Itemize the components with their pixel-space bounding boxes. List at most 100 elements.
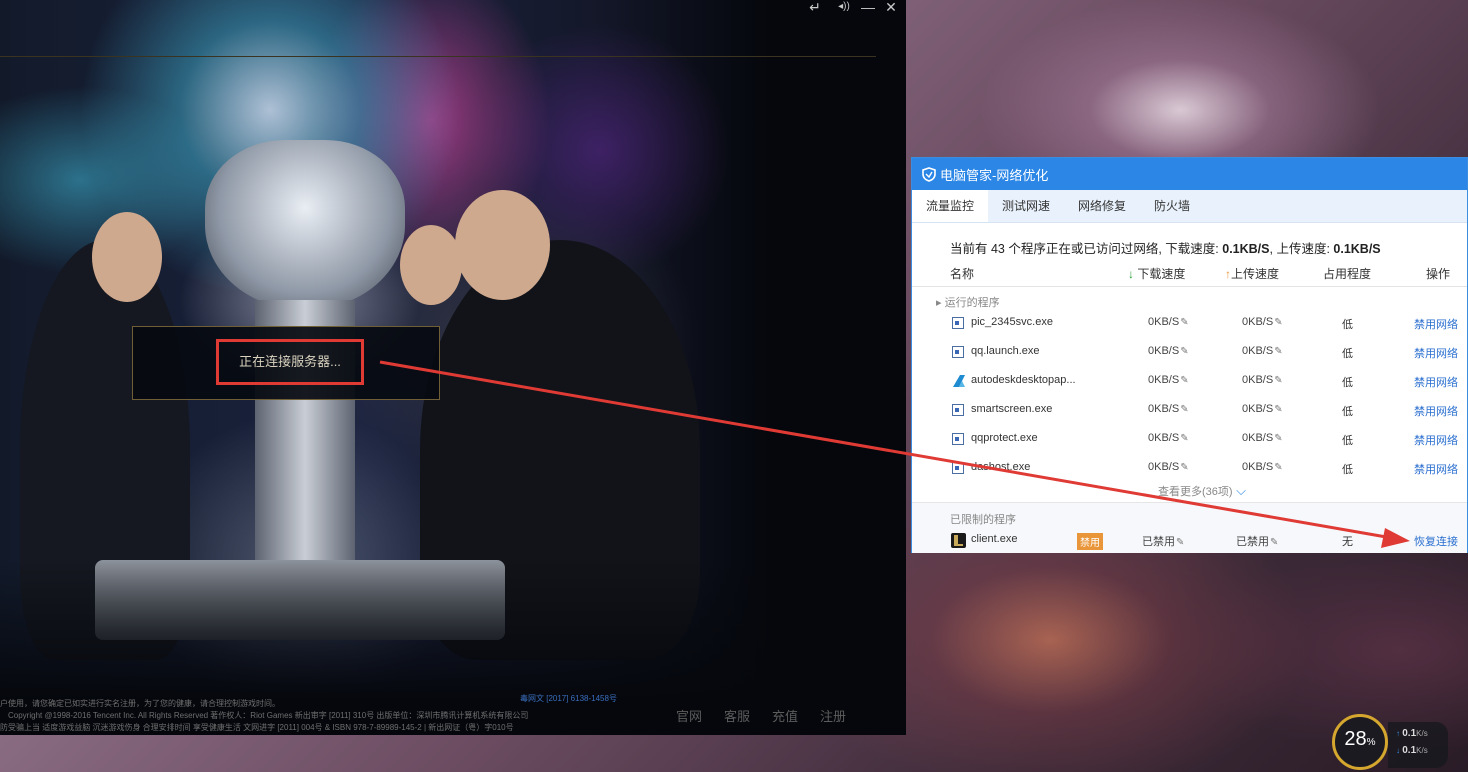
column-action: 操作 [1426, 267, 1451, 281]
table-row: client.exe 已禁用✎ 已禁用✎ 无 恢复连接 [912, 526, 1467, 555]
edit-pencil-icon: ✎ [1180, 462, 1189, 473]
tab-network-repair[interactable]: 网络修复 [1064, 190, 1140, 222]
footer-link-service[interactable]: 客服 [724, 706, 750, 725]
disable-network-link[interactable]: 禁用网络 [1414, 403, 1458, 419]
legal-line-3: 防受骗上当 适度游戏益脑 沉迷游戏伤身 合理安排时间 享受健康生活 文网进字 [… [0, 723, 514, 732]
edit-pencil-icon: ✎ [1176, 537, 1185, 548]
show-more-link[interactable]: 查看更多(36项) ⌵ [1158, 483, 1246, 499]
app-window-icon [952, 462, 964, 474]
player-silhouette [420, 240, 700, 660]
download-value: 0KB/S [1148, 461, 1180, 473]
occupy-level: 低 [1342, 435, 1353, 447]
column-occupy[interactable]: 占用程度 [1323, 265, 1371, 282]
upload-value: 0KB/S [1242, 403, 1274, 415]
column-upload[interactable]: ↑上传速度 [1225, 265, 1279, 282]
app-window-icon [952, 433, 964, 445]
speed-unit: K/s [1416, 729, 1428, 738]
disabled-badge: 禁用 [1077, 533, 1103, 550]
app-window-icon [952, 404, 964, 416]
player-face [400, 225, 462, 305]
download-value: 0KB/S [1148, 316, 1180, 328]
download-speed[interactable]: 0KB/S✎ [1148, 432, 1189, 444]
upload-value: 0KB/S [1242, 374, 1274, 386]
speed-readout[interactable]: ↑ 0.1K/s ↓ 0.1K/s [1388, 722, 1448, 768]
app-window-icon [952, 317, 964, 329]
chevron-down-icon: ⌵ [1232, 483, 1247, 498]
upload-speed[interactable]: 0KB/S✎ [1242, 461, 1283, 473]
download-speed[interactable]: 已禁用✎ [1142, 533, 1184, 549]
column-download[interactable]: ↓ 下载速度 [1128, 265, 1185, 282]
network-gauge-ball[interactable]: 28% [1332, 714, 1392, 772]
occupy-level: 低 [1342, 406, 1353, 418]
table-row: pic_2345svc.exe 0KB/S✎ 0KB/S✎ 低 禁用网络 [912, 309, 1467, 338]
download-speed[interactable]: 0KB/S✎ [1148, 345, 1189, 357]
upload-speed-readout: ↑ 0.1K/s [1396, 728, 1448, 739]
column-name: 名称 [950, 267, 975, 281]
restore-connection-link[interactable]: 恢复连接 [1414, 533, 1458, 549]
table-row: autodeskdesktopap... 0KB/S✎ 0KB/S✎ 低 禁用网… [912, 367, 1467, 396]
upload-speed[interactable]: 0KB/S✎ [1242, 403, 1283, 415]
upload-value: 0KB/S [1242, 345, 1274, 357]
edit-pencil-icon: ✎ [1180, 346, 1189, 357]
download-speed[interactable]: 0KB/S✎ [1148, 461, 1189, 473]
occupy-level: 低 [1342, 319, 1353, 331]
autodesk-icon [953, 375, 965, 387]
legal-line-1: 户使用，请您确定已如实进行实名注册，为了您的健康，请合理控制游戏时间。 [0, 699, 280, 708]
app-name: client.exe [971, 533, 1018, 545]
disable-network-link[interactable]: 禁用网络 [1414, 374, 1458, 390]
column-download-label: 下载速度 [1137, 267, 1186, 281]
player-silhouette [20, 240, 190, 660]
disable-network-link[interactable]: 禁用网络 [1414, 316, 1458, 332]
footer-link-official[interactable]: 官网 [676, 706, 702, 725]
speed-unit: K/s [1416, 746, 1428, 755]
disable-network-link[interactable]: 禁用网络 [1414, 345, 1458, 361]
limited-group-label: 已限制的程序 [950, 514, 1016, 526]
download-speed[interactable]: 0KB/S✎ [1148, 403, 1189, 415]
expand-triangle-icon: ▸ [936, 297, 945, 309]
back-icon[interactable]: ↵ [805, 0, 825, 16]
client-top-divider [0, 56, 876, 57]
gauge-percent-unit: % [1366, 737, 1376, 748]
gauge-percent-value: 28 [1344, 728, 1367, 750]
footer-link-recharge[interactable]: 充值 [772, 706, 798, 725]
down-arrow-icon: ↓ [1128, 267, 1138, 281]
game-client-window: ↵ ◂)) — ✕ 正在连接服务器... 毒网文 [2017] 6138-145… [0, 0, 906, 735]
upload-speed[interactable]: 0KB/S✎ [1242, 374, 1283, 386]
trophy-cup [205, 140, 405, 310]
download-value: 0KB/S [1148, 432, 1180, 444]
edit-pencil-icon: ✎ [1274, 317, 1283, 328]
player-face [92, 212, 162, 302]
summary-upload-speed: 0.1KB/S [1333, 242, 1381, 256]
running-group-header[interactable]: ▸ 运行的程序 [936, 294, 1000, 310]
edit-pencil-icon: ✎ [1180, 375, 1189, 386]
edit-pencil-icon: ✎ [1274, 462, 1283, 473]
upload-speed[interactable]: 0KB/S✎ [1242, 432, 1283, 444]
upload-speed[interactable]: 0KB/S✎ [1242, 316, 1283, 328]
shield-icon [922, 166, 936, 182]
edit-pencil-icon: ✎ [1180, 317, 1189, 328]
network-optimization-window: 电脑管家-网络优化 流量监控 测试网速 网络修复 防火墙 当前有 43 个程序正… [911, 157, 1468, 553]
disable-network-link[interactable]: 禁用网络 [1414, 432, 1458, 448]
disable-network-link[interactable]: 禁用网络 [1414, 461, 1458, 477]
legal-line-2: Copyright @1998-2016 Tencent Inc. All Ri… [8, 711, 529, 720]
footer-link-register[interactable]: 注册 [820, 706, 846, 725]
tab-speed-test[interactable]: 测试网速 [988, 190, 1064, 222]
sound-icon[interactable]: ◂)) [834, 0, 854, 16]
tab-firewall[interactable]: 防火墙 [1140, 190, 1204, 222]
download-speed[interactable]: 0KB/S✎ [1148, 374, 1189, 386]
occupy-level: 低 [1342, 377, 1353, 389]
app-name: qqprotect.exe [971, 432, 1038, 444]
window-titlebar: 电脑管家-网络优化 [912, 158, 1467, 190]
summary-prefix: 当前有 43 个程序正在或已访问过网络, 下载速度: [950, 242, 1223, 256]
table-row: dashost.exe 0KB/S✎ 0KB/S✎ 低 禁用网络 [912, 454, 1467, 483]
connecting-status-text: 正在连接服务器... [239, 354, 341, 369]
upload-speed[interactable]: 0KB/S✎ [1242, 345, 1283, 357]
tab-traffic-monitor[interactable]: 流量监控 [912, 190, 989, 222]
upload-speed[interactable]: 已禁用✎ [1236, 533, 1278, 549]
close-button[interactable]: ✕ [881, 0, 901, 16]
app-name: smartscreen.exe [971, 403, 1053, 415]
league-client-icon [951, 533, 966, 548]
minimize-button[interactable]: — [858, 0, 878, 16]
download-speed[interactable]: 0KB/S✎ [1148, 316, 1189, 328]
player-face [455, 190, 550, 300]
